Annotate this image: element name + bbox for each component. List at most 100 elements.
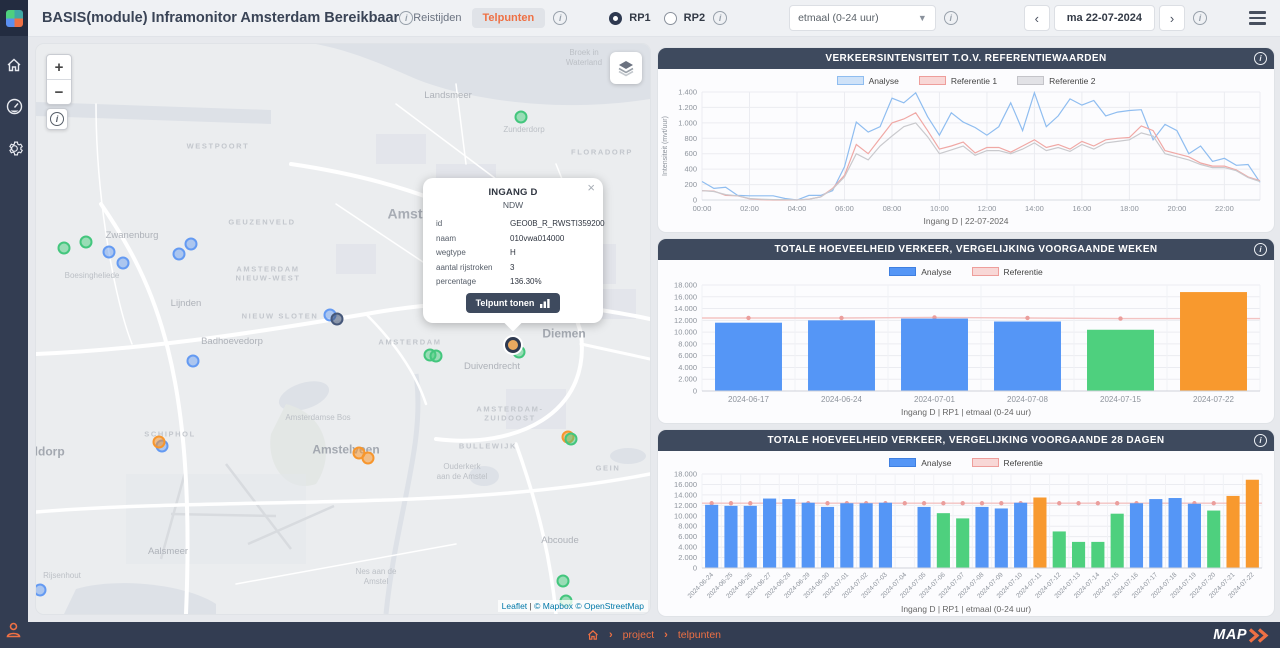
toggle-reistijden[interactable]: Reistijden <box>413 12 461 24</box>
legend-swatch <box>919 76 946 85</box>
app-logo[interactable] <box>0 0 28 36</box>
map-label: AMSTERDAM NIEUW-WEST <box>235 265 300 284</box>
map-label: Lijnden <box>171 298 202 310</box>
telpunt-marker[interactable] <box>153 436 166 449</box>
attribution-link[interactable]: © Mapbox <box>534 601 573 611</box>
chart-legend: AnalyseReferentie <box>658 455 1274 470</box>
chevron-down-icon: ▼ <box>918 13 927 23</box>
home-icon[interactable] <box>587 629 599 641</box>
legend-item: Analyse <box>837 76 899 86</box>
telpunt-marker[interactable] <box>362 452 375 465</box>
logo-icon <box>6 10 23 27</box>
telpunt-marker[interactable] <box>430 350 443 363</box>
popup-row-value: GEO0B_R_RWSTI359200 <box>510 219 605 228</box>
map-label: Boesingheliede <box>65 271 120 281</box>
radio-rp2[interactable] <box>664 12 677 25</box>
menu-icon[interactable] <box>1249 11 1266 25</box>
chart-card-days: TOTALE HOEVEELHEID VERKEER, VERGELIJKING… <box>658 430 1274 616</box>
map-attribution: Leaflet | © Mapbox © OpenStreetMap <box>498 600 648 612</box>
chart-info-icon[interactable]: i <box>1254 243 1267 256</box>
home-icon[interactable] <box>6 56 23 73</box>
svg-text:18.000: 18.000 <box>674 281 697 290</box>
svg-text:200: 200 <box>684 180 697 189</box>
telpunt-marker[interactable] <box>187 355 200 368</box>
chart-info-icon[interactable]: i <box>1254 52 1267 65</box>
svg-text:02:00: 02:00 <box>740 204 759 213</box>
telpunt-marker[interactable] <box>185 238 198 251</box>
legend-item: Referentie <box>972 267 1043 277</box>
settings-icon[interactable] <box>6 140 23 157</box>
user-icon[interactable] <box>5 621 22 644</box>
telpunt-marker[interactable] <box>103 246 116 259</box>
telpunt-tonen-button[interactable]: Telpunt tonen <box>466 293 561 313</box>
map-label: BULLEWIJK <box>459 441 517 450</box>
period-info-icon[interactable]: i <box>944 11 958 25</box>
chart-info-icon[interactable]: i <box>1254 434 1267 447</box>
title-info-icon[interactable]: i <box>399 11 413 25</box>
breadcrumb-item-project[interactable]: project <box>623 629 655 641</box>
dashboard-icon[interactable] <box>6 98 23 115</box>
telpunt-marker[interactable] <box>557 575 570 588</box>
telpunt-marker[interactable] <box>117 257 130 270</box>
zoom-control: + − <box>46 54 72 105</box>
map-label: Broek in Waterland <box>566 48 602 68</box>
date-info-icon[interactable]: i <box>1193 11 1207 25</box>
map-label: Nes aan de Amstel <box>356 567 397 587</box>
svg-text:1.200: 1.200 <box>678 103 697 112</box>
map-info-button[interactable]: i <box>46 108 68 130</box>
map-label: Badhoevedorp <box>201 336 263 348</box>
date-prev-button[interactable]: ‹ <box>1024 5 1050 31</box>
telpunt-marker[interactable] <box>331 313 344 326</box>
radio-label-rp1[interactable]: RP1 <box>629 12 650 24</box>
toggle-info-icon[interactable]: i <box>553 11 567 25</box>
map-label: Hoofddorp <box>36 445 65 460</box>
map-label: GEUZENVELD <box>228 217 295 226</box>
date-next-button[interactable]: › <box>1159 5 1185 31</box>
telpunt-marker[interactable] <box>58 242 71 255</box>
topbar: BASIS(module) Inframonitor Amsterdam Ber… <box>28 0 1280 37</box>
map-label: WESTPOORT <box>187 141 250 150</box>
breadcrumb-chevron-icon: › <box>664 629 668 641</box>
telpunt-marker[interactable] <box>173 248 186 261</box>
legend-item: Referentie <box>972 458 1043 468</box>
telpunt-marker[interactable] <box>515 111 528 124</box>
svg-text:2024-07-22: 2024-07-22 <box>1193 395 1234 404</box>
zoom-out-button[interactable]: − <box>47 79 71 104</box>
telpunt-marker[interactable] <box>565 433 578 446</box>
map-label: AMSTERDAM- ZUIDOOST <box>476 405 543 424</box>
breadcrumb-item-telpunten[interactable]: telpunten <box>678 629 721 641</box>
svg-text:10.000: 10.000 <box>674 328 697 337</box>
rp-info-icon[interactable]: i <box>713 11 727 25</box>
popup-row-label: wegtype <box>436 248 510 257</box>
attribution-link[interactable]: Leaflet <box>502 601 528 611</box>
attribution-link[interactable]: © OpenStreetMap <box>575 601 644 611</box>
bar-chart: 02.0004.0006.0008.00010.00012.00014.0001… <box>658 470 1270 604</box>
map-label: SCHIPHOL <box>144 429 196 438</box>
svg-text:1.000: 1.000 <box>678 118 697 127</box>
telpunt-marker[interactable] <box>80 236 93 249</box>
selected-telpunt-marker[interactable] <box>505 337 521 353</box>
svg-text:8.000: 8.000 <box>678 522 697 531</box>
map-label: Ouderkerk aan de Amstel <box>437 462 488 482</box>
bar-chart: 02.0004.0006.0008.00010.00012.00014.0001… <box>658 279 1270 407</box>
svg-text:14.000: 14.000 <box>674 304 697 313</box>
telpunt-tonen-label: Telpunt tonen <box>476 298 535 308</box>
close-icon[interactable]: × <box>587 181 595 194</box>
layers-button[interactable] <box>610 52 642 84</box>
radio-label-rp2[interactable]: RP2 <box>684 12 705 24</box>
svg-text:22:00: 22:00 <box>1215 204 1234 213</box>
period-select[interactable]: etmaal (0-24 uur) ▼ <box>789 5 936 31</box>
svg-text:14.000: 14.000 <box>674 490 697 499</box>
svg-text:12:00: 12:00 <box>978 204 997 213</box>
svg-text:800: 800 <box>684 134 697 143</box>
date-label[interactable]: ma 22-07-2024 <box>1054 5 1155 31</box>
map-label: AMSTERDAM <box>378 337 441 346</box>
map-canvas[interactable]: Broek in WaterlandLandsmeerZunderdorpFLO… <box>36 44 650 614</box>
svg-text:400: 400 <box>684 165 697 174</box>
svg-text:2024-07-08: 2024-07-08 <box>1007 395 1048 404</box>
toggle-telpunten[interactable]: Telpunten <box>472 8 546 28</box>
brand-text: MAP <box>1213 627 1247 643</box>
zoom-in-button[interactable]: + <box>47 55 71 79</box>
radio-rp1[interactable] <box>609 12 622 25</box>
popup-row: naam010vwa014000 <box>436 234 590 243</box>
